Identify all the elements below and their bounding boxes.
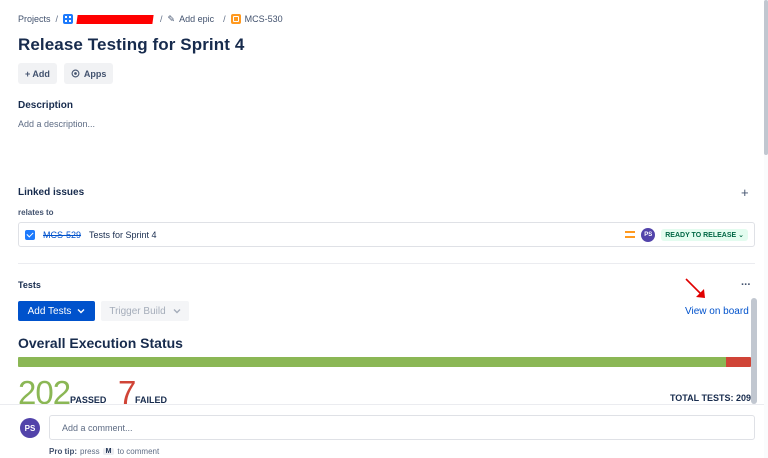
breadcrumb-add-epic[interactable]: Add epic <box>179 14 214 24</box>
chevron-down-icon: ⌄ <box>738 231 744 239</box>
redacted-project-name <box>76 14 154 24</box>
chevron-down-icon <box>173 309 181 314</box>
breadcrumb-separator: / <box>55 14 59 24</box>
breadcrumb-projects[interactable]: Projects <box>18 14 51 24</box>
pro-tip-text: to comment <box>117 447 160 456</box>
total-tests-label: TOTAL TESTS: 209 <box>669 393 751 403</box>
linked-issues-heading: Linked issues <box>18 187 85 198</box>
pencil-icon: ✎ <box>167 13 176 24</box>
description-heading: Description <box>18 100 74 111</box>
execution-progress-bar <box>18 357 751 367</box>
add-tests-button[interactable]: Add Tests <box>18 301 95 321</box>
add-button-label: + Add <box>25 68 50 79</box>
tests-panel-scrollbar[interactable] <box>751 298 757 404</box>
tests-heading: Tests <box>18 280 41 290</box>
pro-tip-text: press <box>80 447 100 456</box>
linked-issue-key[interactable]: MCS-529 <box>43 230 81 240</box>
failed-count: 7 <box>118 374 137 406</box>
view-on-board-link[interactable]: View on board <box>685 306 749 317</box>
breadcrumb-issue-key[interactable]: MCS-530 <box>245 14 283 24</box>
add-linked-issue-button[interactable]: + <box>741 185 749 200</box>
breadcrumb-separator: / <box>160 14 163 24</box>
assignee-avatar[interactable]: PS <box>641 227 656 242</box>
shortcut-key: M <box>102 448 115 455</box>
issue-actions: + Add Apps <box>18 63 114 84</box>
issue-type-icon <box>230 14 241 24</box>
more-actions-button[interactable]: ··· <box>741 279 751 291</box>
overall-execution-title: Overall Execution Status <box>18 335 183 351</box>
page-scrollbar[interactable] <box>764 0 768 155</box>
chevron-down-icon <box>77 309 85 314</box>
task-icon <box>25 229 35 240</box>
linked-issue-summary[interactable]: Tests for Sprint 4 <box>89 230 157 240</box>
breadcrumb-separator: / <box>223 14 226 24</box>
description-field[interactable]: Add a description... <box>18 119 95 129</box>
status-lozenge[interactable]: READY TO RELEASE ⌄ <box>661 228 748 241</box>
section-divider <box>18 263 755 264</box>
breadcrumb: Projects / / ✎ Add epic / MCS-530 <box>18 12 283 26</box>
linked-issue-row[interactable]: MCS-529 Tests for Sprint 4 PS READY TO R… <box>18 222 755 247</box>
execution-stats: 202 PASSED 7 FAILED TOTAL TESTS: 209 <box>18 374 751 406</box>
pro-tip: Pro tip: press M to comment <box>49 447 159 456</box>
apps-button[interactable]: Apps <box>63 63 114 84</box>
status-text: READY TO RELEASE <box>665 231 737 239</box>
comment-input[interactable]: Add a comment... <box>49 415 755 440</box>
failed-segment <box>726 357 751 367</box>
linked-issue-meta: PS READY TO RELEASE ⌄ <box>625 227 748 242</box>
add-tests-label: Add Tests <box>27 305 72 317</box>
current-user-avatar[interactable]: PS <box>20 418 40 438</box>
apps-icon <box>71 69 80 78</box>
pro-tip-label: Pro tip: <box>49 447 77 456</box>
priority-medium-icon <box>625 231 636 238</box>
annotation-arrow-icon <box>685 278 705 298</box>
passed-count: 202 <box>18 374 71 406</box>
issue-title[interactable]: Release Testing for Sprint 4 <box>18 35 244 55</box>
add-button[interactable]: + Add <box>18 63 57 84</box>
passed-segment <box>18 357 727 367</box>
trigger-build-label: Trigger Build <box>109 305 166 317</box>
apps-button-label: Apps <box>83 68 107 79</box>
trigger-build-button: Trigger Build <box>101 301 189 321</box>
link-relation-label: relates to <box>18 208 54 217</box>
project-icon[interactable] <box>63 14 74 24</box>
